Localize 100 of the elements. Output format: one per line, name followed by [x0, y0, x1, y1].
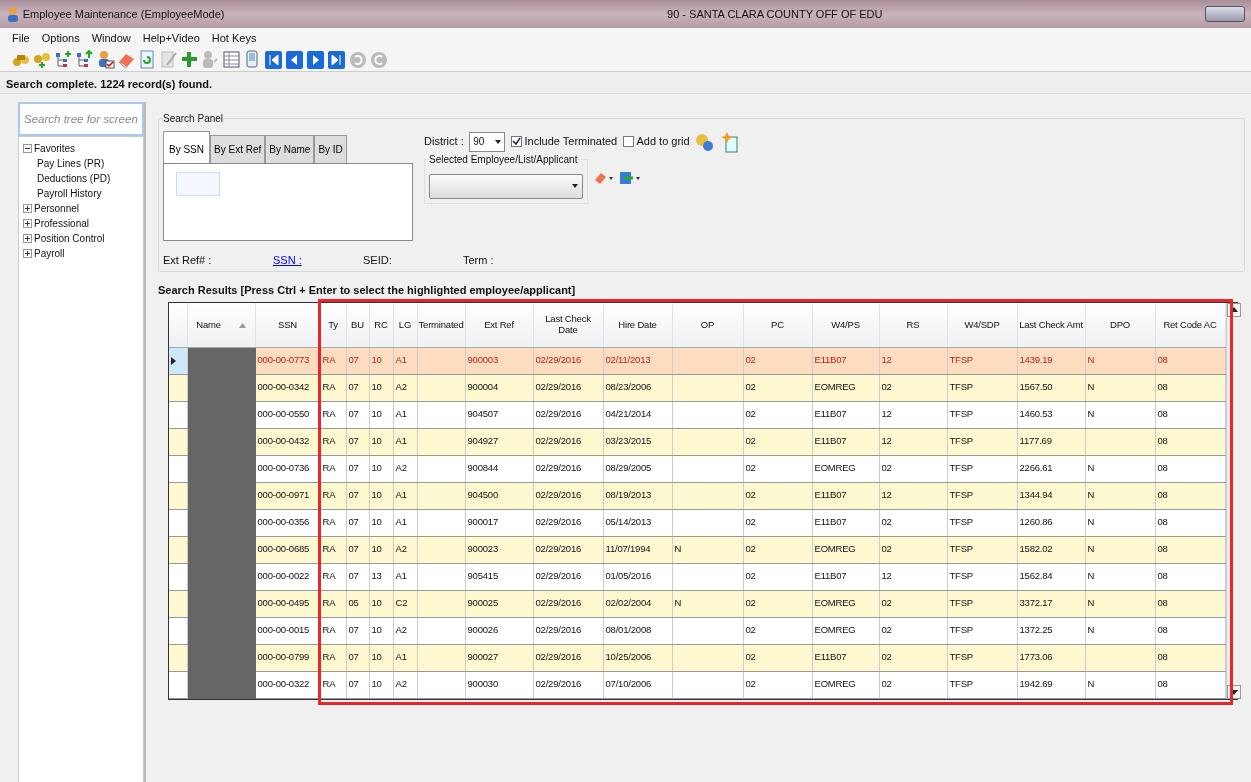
expander-icon[interactable]	[23, 249, 32, 258]
export-menu-icon[interactable]	[619, 171, 641, 185]
column-header[interactable]: W4/SDP	[947, 303, 1017, 347]
menu-item[interactable]: Hot Keys	[211, 29, 257, 47]
tab[interactable]: By Name	[265, 134, 315, 163]
table-row[interactable]: 000-00-0773 RA 07 10 A1 900003 02/29/2016 02/11/2013 02 E11B07 12 TFSP 1439.19 N 08	[169, 347, 1225, 374]
checkbox-label[interactable]: Include Terminated	[524, 133, 618, 150]
table-row[interactable]: 000-00-0342 RA 07 10 A2 900004 02/29/2016 08/23/2006 02 EOMREG 02 TFSP 1567.50 N 08	[169, 374, 1225, 401]
table-cell: 000-00-0015	[255, 617, 320, 644]
column-header[interactable]: Last Check Date	[533, 303, 603, 347]
column-header[interactable]: RS	[879, 303, 947, 347]
district-dropdown[interactable]: 90	[469, 131, 506, 152]
tree-item[interactable]: Favorites	[34, 141, 76, 156]
column-header[interactable]: LG	[393, 303, 417, 347]
column-header[interactable]: OP	[672, 303, 743, 347]
first-record-icon[interactable]	[264, 49, 283, 70]
field-label: Ext Ref# :	[163, 253, 212, 266]
expander-icon[interactable]	[23, 234, 32, 243]
ssn-link[interactable]: SSN :	[273, 253, 302, 266]
table-row[interactable]: 000-00-0971 RA 07 10 A1 904500 02/29/2016 08/19/2013 02 E11B07 12 TFSP 1344.94 N 08	[169, 482, 1225, 509]
column-header[interactable]: Ret Code AC	[1155, 303, 1225, 347]
column-header[interactable]: Hire Date	[603, 303, 672, 347]
checkbox[interactable]	[622, 136, 634, 147]
column-header[interactable]: Terminated	[417, 303, 465, 347]
search-field[interactable]: Search tree for screen	[18, 102, 144, 136]
table-cell: 900023	[465, 536, 533, 563]
table-cell: 02	[879, 671, 947, 698]
column-header[interactable]: BU	[346, 303, 369, 347]
tree-item[interactable]: Personnel	[34, 201, 80, 216]
checkbox-label[interactable]: Add to grid	[636, 133, 690, 150]
tab[interactable]: By SSN	[163, 130, 210, 163]
document-star-icon[interactable]	[720, 130, 739, 153]
table-row[interactable]: 000-00-0736 RA 07 10 A2 900844 02/29/2016 08/29/2005 02 EOMREG 02 TFSP 2266.61 N 08	[169, 455, 1225, 482]
checkbox[interactable]	[510, 136, 522, 147]
menu-item[interactable]: File	[12, 29, 30, 47]
expander-icon[interactable]	[23, 144, 32, 153]
column-header[interactable]: Ty	[320, 303, 346, 347]
menu-item[interactable]: Window	[91, 29, 131, 47]
edit-icon[interactable]	[159, 49, 178, 70]
tree-item[interactable]: Professional	[34, 216, 90, 231]
input-field[interactable]	[176, 171, 220, 196]
menu-item[interactable]: Help+Video	[142, 29, 200, 47]
tab[interactable]: By ID	[314, 134, 347, 163]
plus-icon[interactable]	[180, 49, 199, 70]
current-row-icon	[171, 356, 176, 365]
expander-icon[interactable]	[23, 204, 32, 213]
table-cell: E11B07	[812, 347, 879, 374]
expander-icon[interactable]	[23, 219, 32, 228]
table-cell: 02/29/2016	[533, 671, 603, 698]
table-row[interactable]: 000-00-0799 RA 07 10 A1 900027 02/29/2016 10/25/2006 02 E11B07 02 TFSP 1773.06 08	[169, 644, 1225, 671]
column-header[interactable]: Name	[187, 303, 255, 347]
table-row[interactable]: 000-00-0495 RA 05 10 C2 900025 02/29/2016 02/02/2004 N 02 EOMREG 02 TFSP 3372.17 N 08	[169, 590, 1225, 617]
column-header[interactable]: SSN	[255, 303, 320, 347]
previous-record-icon[interactable]	[285, 49, 304, 70]
tree-item[interactable]: Deductions (PD)	[37, 171, 111, 186]
table-cell: 10	[369, 671, 393, 698]
table-icon[interactable]	[222, 49, 241, 70]
column-header[interactable]: Ext Ref	[465, 303, 533, 347]
table-cell: TFSP	[947, 671, 1017, 698]
table-row[interactable]: 000-00-0322 RA 07 10 A2 900030 02/29/2016 07/10/2006 02 EOMREG 02 TFSP 1942.69 N 08	[169, 671, 1225, 698]
employee-dropdown[interactable]	[429, 173, 583, 199]
tree-item[interactable]: Position Control	[34, 231, 105, 246]
column-header[interactable]: DPO	[1085, 303, 1155, 347]
menu-item[interactable]: Options	[41, 29, 80, 47]
table-cell: 12	[879, 563, 947, 590]
table-row[interactable]: 000-00-0685 RA 07 10 A2 900023 02/29/2016 11/07/1994 N 02 EOMREG 02 TFSP 1582.02 N 08	[169, 536, 1225, 563]
table-cell: 02	[743, 347, 812, 374]
refresh-document-icon[interactable]	[138, 49, 157, 70]
table-row[interactable]: 000-00-0356 RA 07 10 A1 900017 02/29/2016 05/14/2013 02 E11B07 02 TFSP 1260.86 N 08	[169, 509, 1225, 536]
column-header[interactable]: W4/PS	[812, 303, 879, 347]
tree-item[interactable]: Pay Lines (PR)	[37, 156, 105, 171]
next-record-icon[interactable]	[306, 49, 325, 70]
table-cell: 02	[743, 401, 812, 428]
last-record-icon[interactable]	[327, 49, 346, 70]
table-cell: TFSP	[947, 644, 1017, 671]
table-cell: 02/29/2016	[533, 455, 603, 482]
tree-item[interactable]: Payroll History	[37, 186, 102, 201]
column-header[interactable]: Last Check Amt	[1017, 303, 1085, 347]
person-check-icon[interactable]	[96, 49, 115, 70]
table-cell: 02	[879, 644, 947, 671]
table-row[interactable]: 000-00-0550 RA 07 10 A1 904507 02/29/2016 04/21/2014 02 E11B07 12 TFSP 1460.53 N 08	[169, 401, 1225, 428]
table-cell: 02	[743, 671, 812, 698]
table-cell: TFSP	[947, 482, 1017, 509]
tree-add-icon[interactable]	[54, 49, 73, 70]
column-header[interactable]: RC	[369, 303, 393, 347]
table-cell: 1260.86	[1017, 509, 1085, 536]
table-cell: 10	[369, 401, 393, 428]
table-row[interactable]: 000-00-0022 RA 07 13 A1 905415 02/29/2016 01/05/2016 02 E11B07 12 TFSP 1562.84 N 08	[169, 563, 1225, 590]
table-cell: EOMREG	[812, 374, 879, 401]
table-row[interactable]: 000-00-0432 RA 07 10 A1 904927 02/29/2016 03/23/2015 02 E11B07 12 TFSP 1177.69 08	[169, 428, 1225, 455]
window-controls[interactable]	[1205, 6, 1245, 22]
table-row[interactable]: 000-00-0015 RA 07 10 A2 900026 02/29/2016 08/01/2008 02 EOMREG 02 TFSP 1372.25 N 08	[169, 617, 1225, 644]
table-cell: 07	[346, 563, 369, 590]
tree-up-icon[interactable]	[75, 49, 94, 70]
eraser-menu-icon[interactable]	[593, 171, 614, 185]
column-header[interactable]: PC	[743, 303, 812, 347]
table-cell: 02	[743, 482, 812, 509]
table-cell: TFSP	[947, 347, 1017, 374]
tab[interactable]: By Ext Ref	[210, 134, 266, 163]
tree-item[interactable]: Payroll	[34, 246, 65, 261]
